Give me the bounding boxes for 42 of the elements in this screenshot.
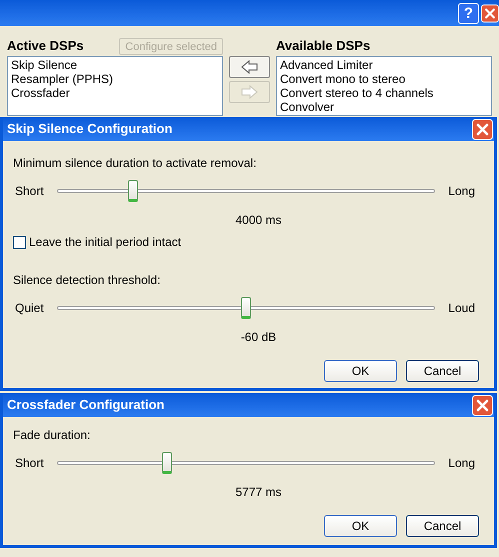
slider-reading: -60 dB [240,329,276,344]
slider-min-label: Short [14,455,45,472]
cancel-button[interactable]: Cancel [406,360,479,382]
slider-thumb[interactable] [128,180,138,202]
ok-button[interactable]: OK [324,515,397,537]
list-item[interactable]: Convert stereo to 4 channels [280,86,488,100]
close-button[interactable] [472,118,493,140]
slider-max-label: Long [448,455,476,472]
slider-reading: 5777 ms [235,484,282,499]
slider-min-label: Quiet [14,300,45,317]
list-item[interactable]: Convert mono to stereo [280,72,488,86]
slider-min-label: Short [14,183,45,200]
slider-label: Fade duration: [13,427,92,443]
slider-reading: 4000 ms [235,212,282,227]
list-heading: Active DSPs [7,37,84,56]
slider-label: Silence detection threshold: [13,272,162,288]
help-button[interactable]: ? [458,2,479,24]
slider-max-label: Long [448,183,476,200]
slider[interactable] [57,451,435,475]
list-item[interactable]: Skip Silence [11,58,219,72]
dialog-title: Crossfader Configuration [7,396,164,414]
slider-thumb[interactable] [241,297,251,319]
list-heading: Available DSPs [276,37,370,56]
arrow-button[interactable] [229,56,270,78]
cancel-button[interactable]: Cancel [406,515,479,537]
left-arrow-icon [239,60,260,74]
list-item[interactable]: Crossfader [11,86,219,100]
list-item[interactable]: Resampler (PPHS) [11,72,219,86]
close-button[interactable] [472,394,493,416]
slider-label: Minimum silence duration to activate removal: [13,155,258,171]
slider[interactable] [57,179,435,203]
close-button[interactable] [481,2,499,24]
checkbox[interactable] [13,236,26,248]
checkbox-label: Leave the initial period intact [29,234,182,251]
right-arrow-icon [239,85,260,99]
slider-thumb[interactable] [162,452,172,474]
slider[interactable] [57,296,435,320]
ok-button[interactable]: OK [324,360,397,382]
dialog-title: Skip Silence Configuration [7,120,172,138]
slider-max-label: Loud [448,300,476,317]
list-item[interactable]: Convolver [280,100,488,114]
list-item[interactable]: Advanced Limiter [280,58,488,72]
